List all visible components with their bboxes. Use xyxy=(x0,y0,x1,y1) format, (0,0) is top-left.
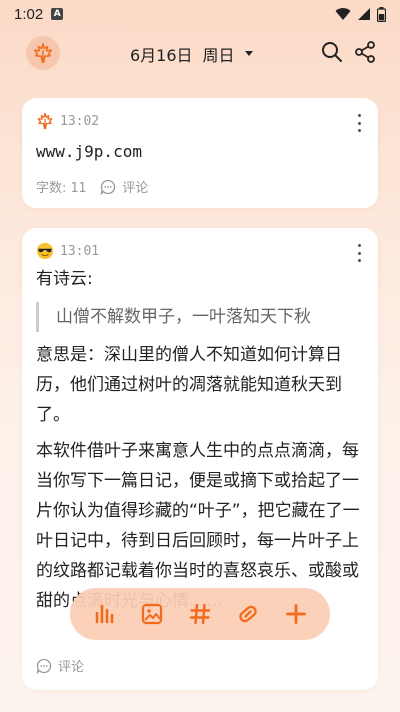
word-count-value: 11 xyxy=(70,181,87,196)
entry-time: 13:01 xyxy=(60,243,100,259)
word-count: 字数: 11 xyxy=(36,177,86,196)
share-icon[interactable] xyxy=(353,40,377,64)
notification-badge: A xyxy=(51,8,64,20)
word-count-label: 字数: xyxy=(36,181,67,196)
search-icon[interactable] xyxy=(320,40,344,64)
entry-header: 13:02 xyxy=(36,112,99,130)
app-logo[interactable] xyxy=(26,36,60,70)
sunglasses-emoji-icon xyxy=(36,242,54,260)
tag-button[interactable] xyxy=(234,600,262,628)
hashtag-button[interactable] xyxy=(186,600,214,628)
entry-footer: 字数: 11 评论 xyxy=(36,177,148,196)
entry-content: www.j9p.com xyxy=(36,142,142,161)
date-selector[interactable]: 6月16日 周日 xyxy=(130,42,253,66)
more-options-button[interactable] xyxy=(356,244,362,262)
weekday-label: 周日 xyxy=(202,46,235,65)
image-button[interactable] xyxy=(138,600,166,628)
status-time: 1:02 xyxy=(14,5,44,23)
date-label: 6月16日 xyxy=(130,46,193,65)
image-icon xyxy=(141,603,163,625)
add-icon xyxy=(286,604,306,624)
battery-icon xyxy=(377,6,386,22)
comment-icon[interactable] xyxy=(100,179,116,195)
more-options-button[interactable] xyxy=(356,114,362,132)
status-bar: 1:02 A xyxy=(0,0,400,28)
status-icons xyxy=(335,6,386,22)
app-header: 6月16日 周日 xyxy=(0,30,400,78)
entry-footer: 评论 xyxy=(36,656,84,675)
entry-paragraph: 意思是：深山里的僧人不知道如何计算日历，他们通过树叶的凋落就能知道秋天到了。 xyxy=(36,345,342,425)
maple-leaf-icon xyxy=(37,112,53,130)
stats-button[interactable] xyxy=(90,600,118,628)
comment-label[interactable]: 评论 xyxy=(58,656,84,675)
bottom-toolbar xyxy=(70,588,330,640)
entry-header: 13:01 xyxy=(36,242,99,260)
comment-icon[interactable] xyxy=(36,658,52,674)
tag-icon xyxy=(239,605,257,623)
hashtag-icon xyxy=(189,603,211,625)
maple-leaf-icon xyxy=(34,43,52,63)
stats-icon xyxy=(95,604,114,624)
comment-label[interactable]: 评论 xyxy=(122,177,148,196)
entry-intro: 有诗云: xyxy=(36,269,93,289)
caret-down-icon xyxy=(244,51,253,56)
add-button[interactable] xyxy=(282,600,310,628)
entry-time: 13:02 xyxy=(60,113,100,129)
diary-entry-card[interactable]: 13:02 www.j9p.com 字数: 11 评论 xyxy=(22,98,378,208)
wifi-icon xyxy=(335,8,351,20)
entry-quote: 山僧不解数甲子，一叶落知天下秋 xyxy=(36,302,370,332)
signal-icon xyxy=(358,8,370,20)
